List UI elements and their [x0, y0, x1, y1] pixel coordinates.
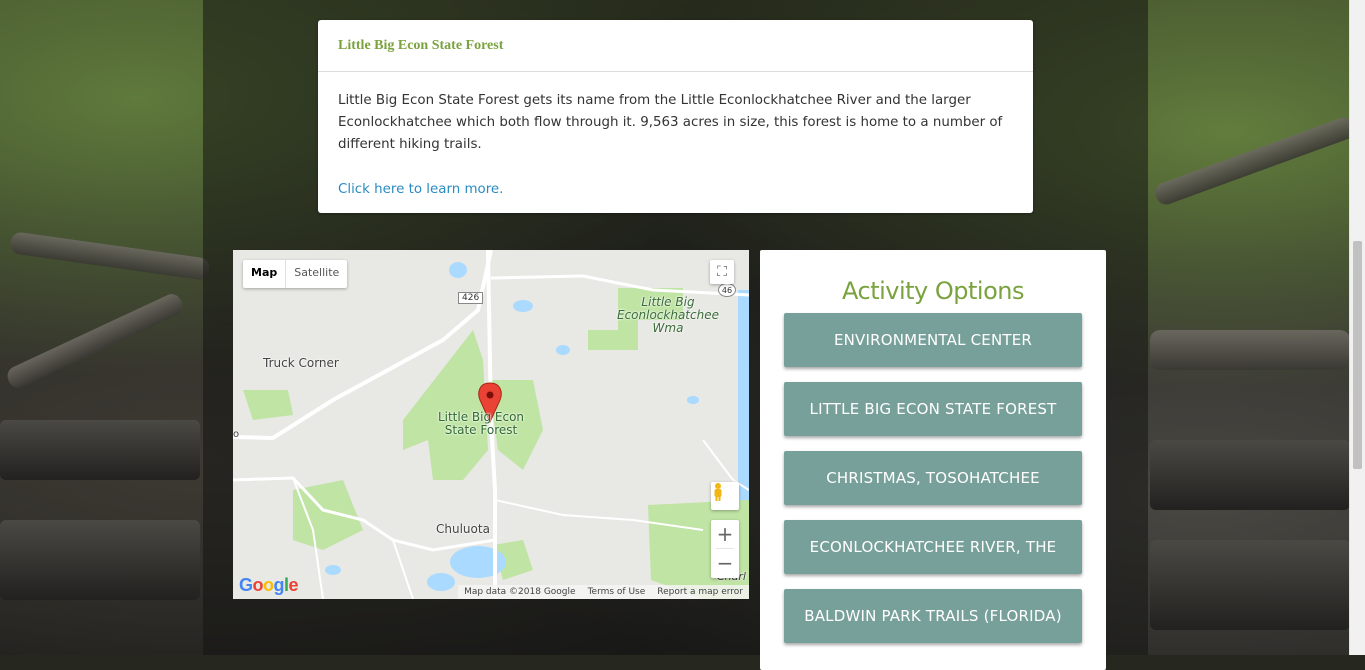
card-title: Little Big Econ State Forest	[318, 20, 1033, 72]
map-type-satellite-button[interactable]: Satellite	[286, 260, 347, 288]
map-data-credit: Map data ©2018 Google	[464, 587, 576, 597]
zoom-out-button[interactable]: −	[711, 549, 739, 577]
activity-option-baldwin-park[interactable]: BALDWIN PARK TRAILS (FLORIDA)	[784, 589, 1082, 643]
activity-option-econlockhatchee-river[interactable]: ECONLOCKHATCHEE RIVER, THE	[784, 520, 1082, 574]
card-description: Little Big Econ State Forest gets its na…	[338, 93, 1003, 152]
activity-option-environmental-center[interactable]: ENVIRONMENTAL CENTER	[784, 313, 1082, 367]
minus-icon: −	[716, 551, 734, 575]
map-label-chuluota: Chuluota	[436, 522, 490, 536]
scrollbar-thumb[interactable]	[1353, 241, 1362, 469]
activity-heading: Activity Options	[842, 277, 1024, 305]
map-type-map-button[interactable]: Map	[243, 260, 287, 288]
route-426-shield: 426	[458, 292, 484, 304]
street-view-button[interactable]	[711, 482, 739, 510]
map[interactable]: Truck Corner Little Big Econlockhatchee …	[233, 250, 749, 599]
page-scrollbar[interactable]	[1349, 0, 1365, 655]
terms-of-use-link[interactable]: Terms of Use	[582, 585, 652, 599]
activity-option-little-big-econ[interactable]: LITTLE BIG ECON STATE FOREST	[784, 382, 1082, 436]
plus-icon: +	[716, 522, 734, 546]
fullscreen-button[interactable]: ⛶	[710, 260, 734, 284]
pegman-icon	[714, 483, 722, 501]
card-body: Little Big Econ State Forest gets its na…	[318, 72, 1033, 201]
zoom-control: + −	[711, 520, 739, 578]
map-label-o: o	[233, 429, 240, 440]
learn-more-link[interactable]: Click here to learn more.	[338, 182, 503, 197]
report-map-error-link[interactable]: Report a map error	[651, 585, 749, 599]
google-logo: Google	[239, 575, 299, 595]
map-label-truck-corner: Truck Corner	[263, 356, 339, 370]
route-46-shield: 46	[718, 283, 736, 297]
map-type-control: Map Satellite	[243, 260, 348, 288]
activity-panel: Activity Options ENVIRONMENTAL CENTER LI…	[760, 250, 1106, 670]
info-card: Little Big Econ State Forest Little Big …	[318, 20, 1033, 213]
activity-option-christmas-tosohatchee[interactable]: CHRISTMAS, TOSOHATCHEE	[784, 451, 1082, 505]
map-label-forest: Little Big Econ State Forest	[437, 410, 525, 437]
fullscreen-icon: ⛶	[717, 264, 727, 280]
map-label-wma: Little Big Econlockhatchee Wma	[617, 295, 719, 335]
zoom-in-button[interactable]: +	[711, 520, 739, 548]
map-footer: Map data ©2018 Google Terms of Use Repor…	[458, 585, 749, 599]
